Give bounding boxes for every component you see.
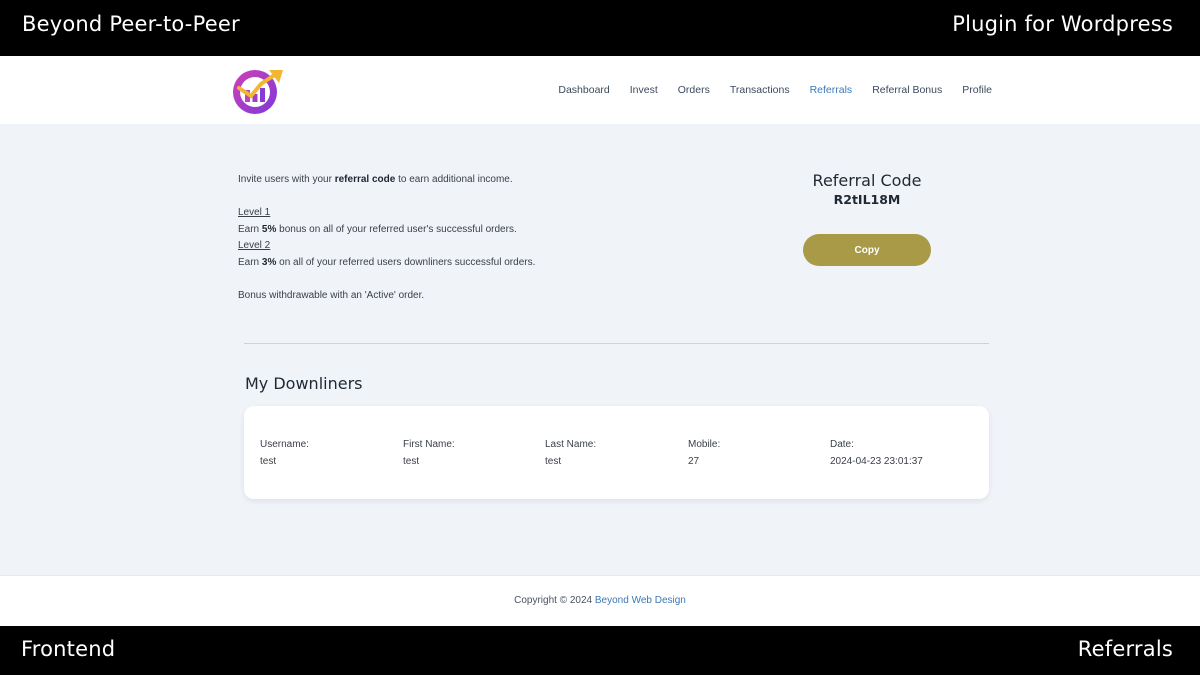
copy-button[interactable]: Copy — [803, 234, 931, 266]
intro-text-end: to earn additional income. — [395, 174, 513, 185]
referral-code-title: Referral Code — [812, 171, 922, 190]
downliners-title: My Downliners — [245, 374, 363, 393]
first-name-label: First Name: — [403, 439, 455, 450]
site-footer: Copyright © 2024 Beyond Web Design — [0, 575, 1200, 626]
last-name-value: test — [545, 455, 562, 467]
nav-transactions[interactable]: Transactions — [730, 84, 790, 96]
level-2-percent: 3% — [261, 256, 277, 268]
referral-code-value: R2tIL18M — [833, 192, 901, 207]
level-2-label: Level 2 — [238, 240, 271, 251]
first-name-value: test — [403, 455, 420, 467]
nav-invest[interactable]: Invest — [630, 84, 658, 96]
main-nav: Dashboard Invest Orders Transactions Ref… — [538, 84, 992, 96]
date-field: Date: 2024-04-23 23:01:37 — [830, 437, 923, 470]
copyright-text: Copyright © 2024 Beyond Web Design — [0, 595, 1200, 606]
site-header: Dashboard Invest Orders Transactions Ref… — [0, 56, 1200, 124]
referral-info: Invite users with your referral code to … — [238, 172, 535, 304]
first-name-field: First Name: test — [403, 437, 455, 470]
nav-orders[interactable]: Orders — [678, 84, 710, 96]
level-1-desc: Earn 5% bonus on all of your referred us… — [238, 223, 517, 235]
mobile-field: Mobile: 27 — [688, 437, 720, 470]
username-field: Username: test — [260, 437, 309, 470]
mobile-label: Mobile: — [688, 439, 721, 450]
top-banner: Beyond Peer-to-Peer Plugin for Wordpress — [0, 0, 1200, 56]
date-label: Date: — [830, 439, 854, 450]
date-value: 2024-04-23 23:01:37 — [830, 455, 923, 467]
banner-title: Beyond Peer-to-Peer — [22, 12, 240, 36]
intro-text: Invite users with your — [238, 174, 335, 185]
level-1-label: Level 1 — [238, 207, 271, 218]
nav-profile[interactable]: Profile — [962, 84, 992, 96]
copyright-prefix: Copyright © 2024 — [514, 595, 595, 606]
downliner-card: Username: test First Name: test Last Nam… — [244, 406, 989, 499]
app-window: Dashboard Invest Orders Transactions Ref… — [0, 56, 1200, 626]
section-divider — [244, 343, 989, 344]
nav-referral-bonus[interactable]: Referral Bonus — [872, 84, 942, 96]
footer-link[interactable]: Beyond Web Design — [595, 595, 686, 606]
banner-page: Referrals — [1077, 637, 1173, 661]
nav-dashboard[interactable]: Dashboard — [558, 84, 609, 96]
intro-bold: referral code — [334, 174, 396, 185]
level-1-percent: 5% — [261, 223, 277, 235]
level-2-desc: Earn 3% on all of your referred users do… — [238, 256, 536, 268]
username-label: Username: — [260, 439, 309, 450]
last-name-field: Last Name: test — [545, 437, 596, 470]
intro-line: Invite users with your referral code to … — [238, 172, 535, 189]
username-value: test — [260, 455, 277, 467]
last-name-label: Last Name: — [545, 439, 597, 450]
brand-logo-icon[interactable] — [231, 66, 285, 116]
mobile-value: 27 — [688, 455, 700, 467]
banner-section: Frontend — [21, 637, 116, 661]
banner-subtitle: Plugin for Wordpress — [952, 12, 1173, 36]
nav-referrals[interactable]: Referrals — [810, 84, 853, 96]
bottom-banner: Frontend Referrals — [0, 626, 1200, 675]
bonus-note: Bonus withdrawable with an 'Active' orde… — [238, 289, 425, 301]
